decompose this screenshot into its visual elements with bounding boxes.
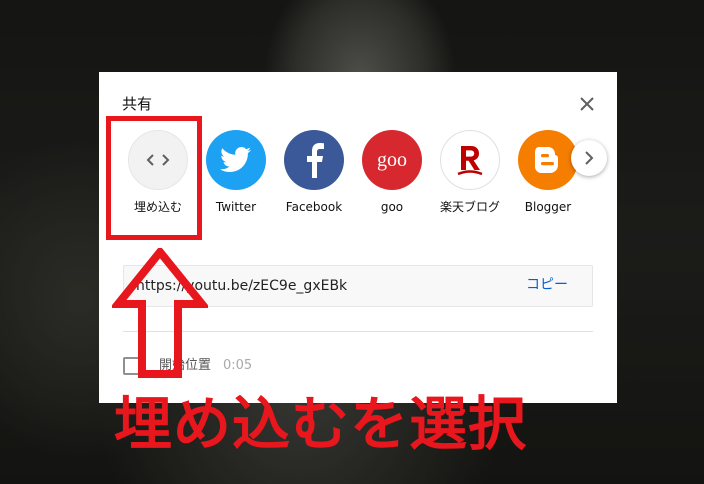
- annotation-caption: 埋め込むを選択: [114, 390, 528, 458]
- share-twitter-label: Twitter: [215, 200, 257, 214]
- share-blogger-button[interactable]: Blogger: [508, 130, 588, 214]
- dialog-title: 共有: [122, 95, 153, 113]
- share-goo-button[interactable]: goo goo: [352, 130, 432, 214]
- twitter-bird-icon: [206, 130, 266, 190]
- embed-highlight-box: [106, 116, 202, 240]
- next-targets-button[interactable]: [571, 140, 607, 176]
- close-icon: [580, 97, 594, 111]
- up-arrow-annotation: [112, 248, 208, 378]
- facebook-f-icon: [284, 130, 344, 190]
- share-facebook-button[interactable]: Facebook: [274, 130, 354, 214]
- share-twitter-button[interactable]: Twitter: [196, 130, 276, 214]
- share-facebook-label: Facebook: [285, 200, 343, 214]
- share-goo-label: goo: [380, 200, 404, 214]
- copy-button[interactable]: コピー: [526, 277, 568, 294]
- share-rakuten-button[interactable]: 楽天ブログ: [430, 130, 510, 214]
- start-at-time[interactable]: 0:05: [223, 358, 252, 374]
- rakuten-r-icon: [440, 130, 500, 190]
- goo-logo-text: goo: [377, 149, 407, 171]
- share-rakuten-label: 楽天ブログ: [439, 200, 500, 214]
- goo-logo-icon: goo: [362, 130, 422, 190]
- close-button[interactable]: [575, 92, 599, 116]
- blogger-b-icon: [518, 130, 578, 190]
- chevron-right-icon: [585, 151, 594, 165]
- share-blogger-label: Blogger: [524, 200, 572, 214]
